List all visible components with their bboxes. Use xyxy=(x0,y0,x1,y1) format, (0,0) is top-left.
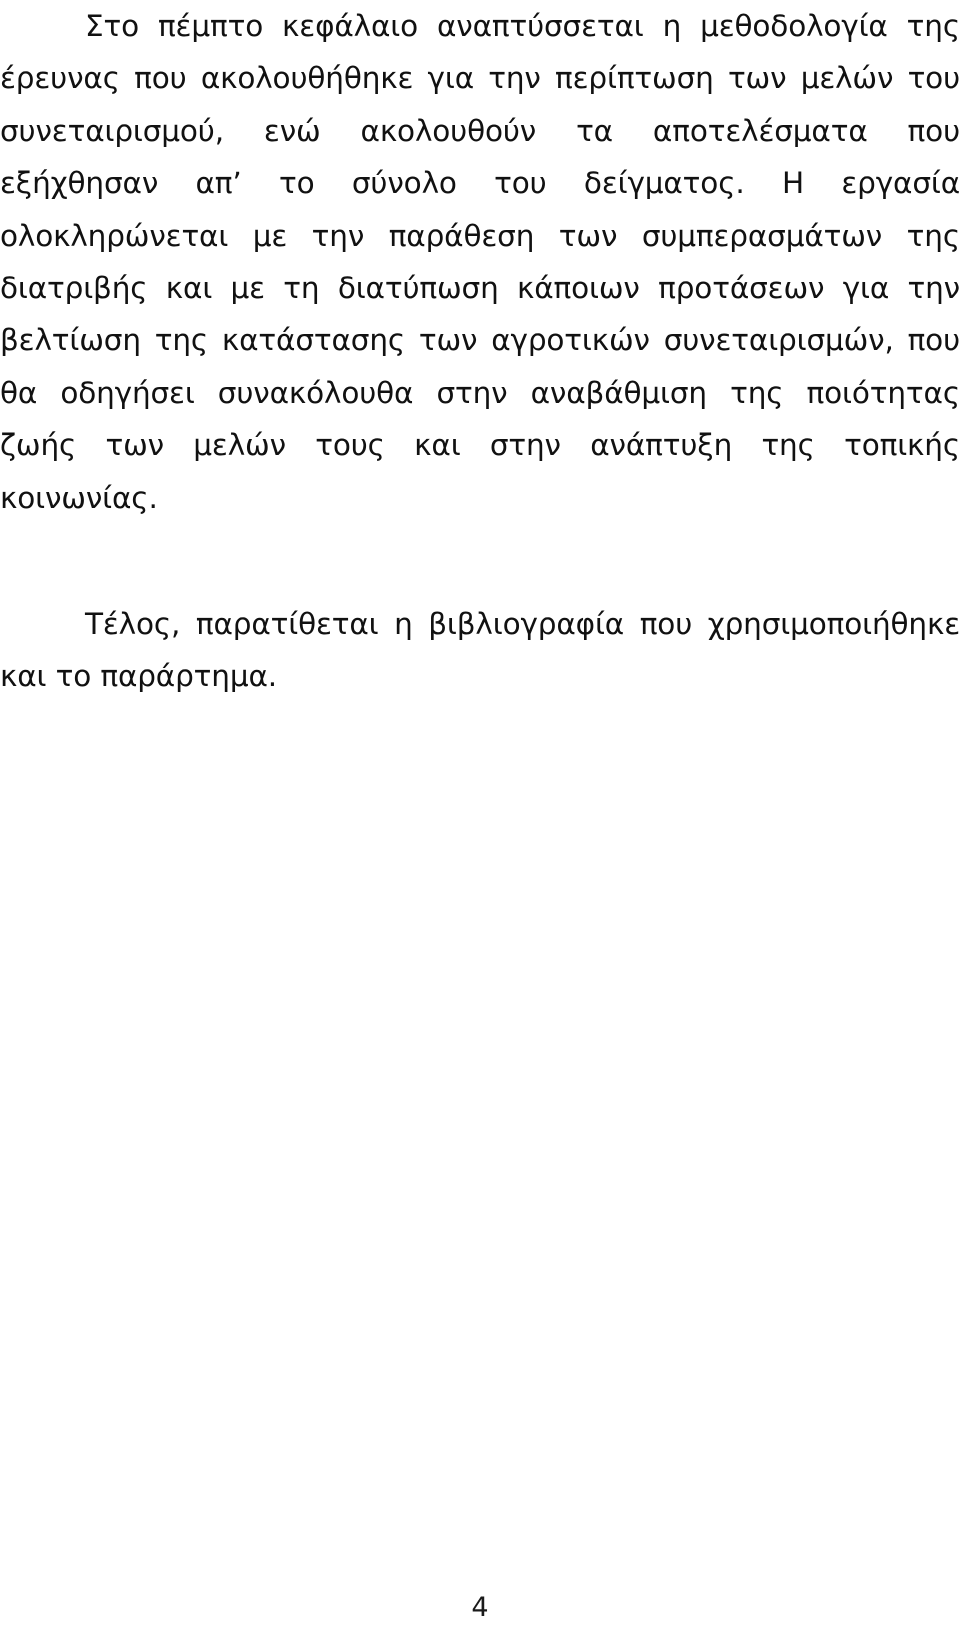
body-text-column: Στο πέμπτο κεφάλαιο αναπτύσσεται η μεθοδ… xyxy=(0,0,960,703)
paragraph-methodology-summary: Στο πέμπτο κεφάλαιο αναπτύσσεται η μεθοδ… xyxy=(0,9,960,515)
page-number: 4 xyxy=(471,1592,489,1623)
document-page: Στο πέμπτο κεφάλαιο αναπτύσσεται η μεθοδ… xyxy=(0,0,960,1647)
paragraph-closing-bibliography: Τέλος, παρατίθεται η βιβλιογραφία που χρ… xyxy=(0,607,960,694)
